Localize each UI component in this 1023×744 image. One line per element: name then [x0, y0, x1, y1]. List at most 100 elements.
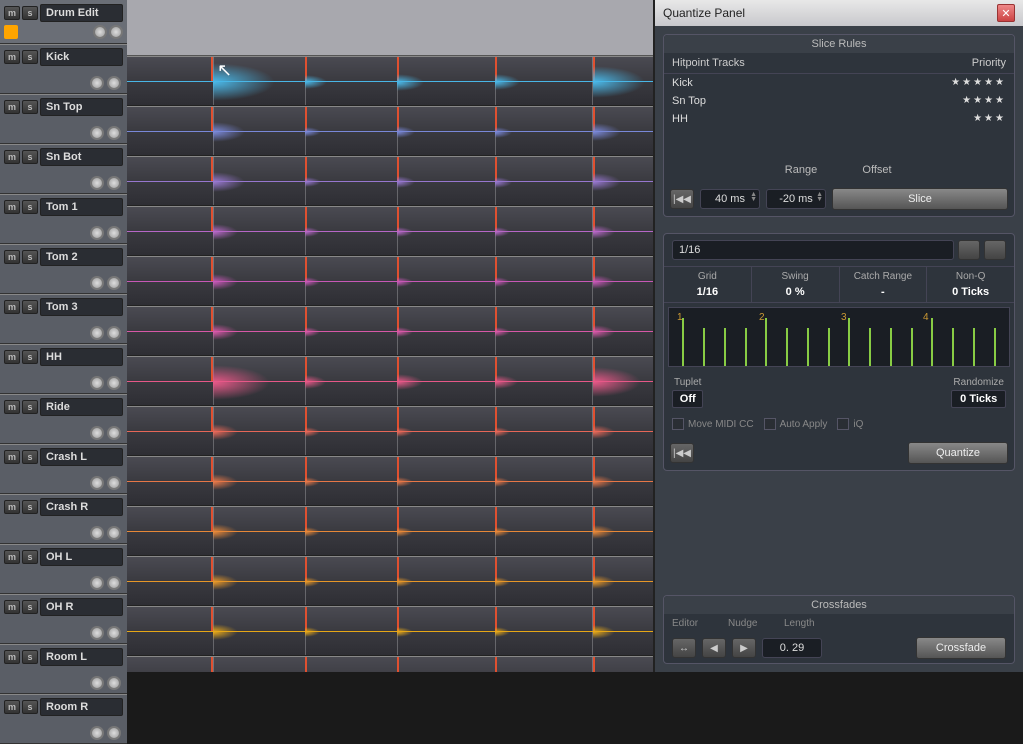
track-row[interactable]: m s Tom 2	[0, 244, 127, 294]
monitor-button[interactable]	[107, 276, 121, 290]
nudge-left-button[interactable]: ◀	[702, 638, 726, 658]
mute-button[interactable]: m	[4, 600, 20, 614]
record-button[interactable]	[90, 676, 104, 690]
close-button[interactable]: ✕	[997, 4, 1015, 22]
track-row[interactable]: m s HH	[0, 344, 127, 394]
solo-button[interactable]: s	[22, 450, 38, 464]
record-button[interactable]	[90, 376, 104, 390]
solo-button[interactable]: s	[22, 150, 38, 164]
record-button[interactable]	[93, 25, 107, 39]
expand-button[interactable]	[4, 25, 18, 39]
record-button[interactable]	[90, 276, 104, 290]
waveform-track[interactable]	[127, 456, 653, 506]
mute-button[interactable]: m	[4, 300, 20, 314]
randomize-param[interactable]: Randomize 0 Ticks	[951, 375, 1006, 408]
track-row[interactable]: m s Crash R	[0, 494, 127, 544]
auto-apply-checkbox[interactable]: Auto Apply	[764, 418, 828, 430]
track-name[interactable]: Room L	[40, 648, 123, 666]
reset-quantize-button[interactable]: |◀◀	[670, 443, 694, 463]
grid-param[interactable]: Grid 1/16	[664, 267, 752, 302]
grid-visualization[interactable]: 1234	[668, 307, 1010, 367]
monitor-button[interactable]	[107, 726, 121, 740]
track-row[interactable]: m s Crash L	[0, 444, 127, 494]
waveform-area[interactable]: ↖	[127, 0, 653, 672]
crossfade-button[interactable]: Crossfade	[916, 637, 1006, 659]
solo-button[interactable]: s	[22, 500, 38, 514]
solo-button[interactable]: s	[22, 550, 38, 564]
solo-button[interactable]: s	[22, 400, 38, 414]
track-name[interactable]: HH	[40, 348, 123, 366]
track-name[interactable]: Crash L	[40, 448, 123, 466]
waveform-track[interactable]	[127, 256, 653, 306]
monitor-button[interactable]	[107, 326, 121, 340]
mute-button[interactable]: m	[4, 50, 20, 64]
quantize-button[interactable]: Quantize	[908, 442, 1008, 464]
mute-button[interactable]: m	[4, 200, 20, 214]
mute-button[interactable]: m	[4, 500, 20, 514]
track-name[interactable]: OH L	[40, 548, 123, 566]
record-button[interactable]	[90, 126, 104, 140]
track-row[interactable]: m s Sn Top	[0, 94, 127, 144]
move-midi-checkbox[interactable]: Move MIDI CC	[672, 418, 754, 430]
monitor-button[interactable]	[107, 226, 121, 240]
track-name[interactable]: Tom 3	[40, 298, 123, 316]
waveform-track[interactable]	[127, 356, 653, 406]
monitor-button[interactable]	[107, 76, 121, 90]
range-field[interactable]: 40 ms▲▼	[700, 189, 760, 209]
preset-select[interactable]: 1/16	[672, 240, 954, 260]
monitor-button[interactable]	[107, 376, 121, 390]
solo-button[interactable]: s	[22, 100, 38, 114]
tuplet-param[interactable]: Tuplet Off	[672, 375, 703, 408]
track-row[interactable]: m s Room L	[0, 644, 127, 694]
solo-button[interactable]: s	[22, 650, 38, 664]
waveform-track[interactable]	[127, 556, 653, 606]
track-row[interactable]: m s Sn Bot	[0, 144, 127, 194]
hitpoint-row[interactable]: Sn Top★★★★	[664, 92, 1014, 110]
record-button[interactable]	[90, 426, 104, 440]
monitor-button[interactable]	[107, 576, 121, 590]
waveform-track[interactable]	[127, 406, 653, 456]
solo-button[interactable]: s	[22, 300, 38, 314]
record-button[interactable]	[90, 726, 104, 740]
folder-title[interactable]: Drum Edit	[40, 4, 123, 22]
monitor-button[interactable]	[107, 626, 121, 640]
preset-save-button[interactable]	[958, 240, 980, 260]
record-button[interactable]	[90, 526, 104, 540]
nonq-param[interactable]: Non-Q 0 Ticks	[927, 267, 1014, 302]
solo-button[interactable]: s	[22, 200, 38, 214]
hitpoint-row[interactable]: Kick★★★★★	[664, 74, 1014, 92]
monitor-button[interactable]	[107, 426, 121, 440]
record-button[interactable]	[90, 476, 104, 490]
record-button[interactable]	[90, 226, 104, 240]
mute-button[interactable]: m	[4, 100, 20, 114]
mute-button[interactable]: m	[4, 350, 20, 364]
timeline-ruler[interactable]	[127, 0, 653, 56]
waveform-track[interactable]	[127, 156, 653, 206]
mute-button[interactable]: m	[4, 150, 20, 164]
mute-button[interactable]: m	[4, 550, 20, 564]
hitpoint-row[interactable]: HH★★★	[664, 110, 1014, 128]
record-button[interactable]	[90, 626, 104, 640]
panel-titlebar[interactable]: Quantize Panel ✕	[655, 0, 1023, 26]
track-name[interactable]: Tom 1	[40, 198, 123, 216]
preset-delete-button[interactable]	[984, 240, 1006, 260]
waveform-track[interactable]	[127, 56, 653, 106]
solo-button[interactable]: s	[22, 700, 38, 714]
track-row[interactable]: m s Tom 3	[0, 294, 127, 344]
catch-range-param[interactable]: Catch Range -	[840, 267, 928, 302]
waveform-track[interactable]	[127, 306, 653, 356]
solo-button[interactable]: s	[22, 6, 38, 20]
monitor-button[interactable]	[107, 176, 121, 190]
track-row[interactable]: m s Ride	[0, 394, 127, 444]
mute-button[interactable]: m	[4, 650, 20, 664]
track-name[interactable]: Crash R	[40, 498, 123, 516]
record-button[interactable]	[90, 576, 104, 590]
track-name[interactable]: Kick	[40, 48, 123, 66]
length-field[interactable]: 0. 29	[762, 638, 822, 658]
track-row[interactable]: m s OH R	[0, 594, 127, 644]
record-button[interactable]	[90, 326, 104, 340]
track-row[interactable]: m s Tom 1	[0, 194, 127, 244]
monitor-button[interactable]	[107, 526, 121, 540]
slice-button[interactable]: Slice	[832, 188, 1008, 210]
solo-button[interactable]: s	[22, 600, 38, 614]
